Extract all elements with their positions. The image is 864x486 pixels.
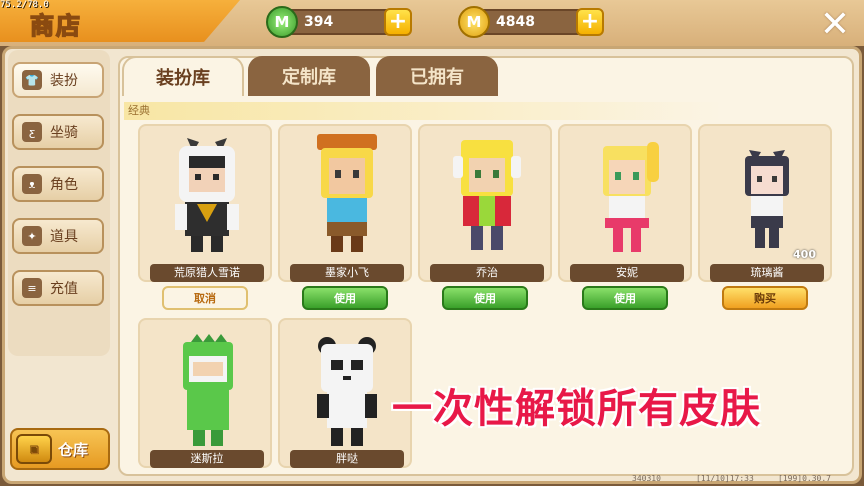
party-popper-icon: ✦ (22, 226, 42, 246)
price-label: 400 (793, 248, 816, 261)
dino-figure (183, 334, 233, 446)
wings-icon: ƹ (22, 122, 42, 142)
skin-card[interactable]: 400 琉璃酱 (698, 124, 832, 282)
skin-name: 乔治 (430, 264, 544, 282)
skin-name: 荒原猎人雪诺 (150, 264, 264, 282)
gem-icon: M (266, 6, 298, 38)
gem-counter: M 394 + (266, 6, 412, 38)
skin-name: 墨家小飞 (290, 264, 404, 282)
sidebar-item-label: 坐骑 (50, 125, 78, 141)
sidebar-item-items[interactable]: ✦ 道具 (12, 218, 104, 254)
warehouse-button[interactable]: ▣ 仓库 (10, 428, 110, 470)
warehouse-label: 仓库 (58, 440, 89, 459)
skin-name: 琉璃酱 (710, 264, 824, 282)
gem-value: 394 (304, 14, 334, 30)
shirt-icon: 👕 (22, 70, 42, 90)
sidebar-item-outfit[interactable]: 👕 装扮 (12, 62, 104, 98)
sidebar-item-character[interactable]: ᴥ 角色 (12, 166, 104, 202)
fps-counter: 75.2/78.0 (0, 0, 49, 10)
close-icon[interactable]: ✕ (818, 7, 852, 43)
skin-name: 胖哒 (290, 450, 404, 468)
use-button[interactable]: 使用 (582, 286, 668, 310)
cat-face-icon: ᴥ (22, 174, 42, 194)
page-title: 商店 (29, 11, 82, 41)
skin-card[interactable]: 乔治 (418, 124, 552, 282)
use-button[interactable]: 使用 (442, 286, 528, 310)
tab-custom-library[interactable]: 定制库 (248, 56, 370, 96)
coin-value: 4848 (496, 14, 535, 30)
cancel-button[interactable]: 取消 (162, 286, 248, 310)
tab-owned[interactable]: 已拥有 (376, 56, 498, 96)
mojia-figure (317, 134, 377, 252)
george-figure (453, 140, 521, 250)
skin-card[interactable]: 荒原猎人雪诺 (138, 124, 272, 282)
add-coins-button[interactable]: + (576, 8, 604, 36)
use-button[interactable]: 使用 (302, 286, 388, 310)
sidebar-item-recharge[interactable]: ≡ 充值 (12, 270, 104, 306)
treasure-chest-icon: ▣ (16, 434, 52, 464)
footer-stat: 340310 (632, 474, 661, 483)
sidebar-item-label: 道具 (50, 229, 78, 245)
buy-button[interactable]: 购买 (722, 286, 808, 310)
annie-figure (603, 142, 659, 252)
footer-stat: [11/10]17:33 (696, 474, 754, 483)
add-gems-button[interactable]: + (384, 8, 412, 36)
liuli-figure (745, 150, 789, 248)
coin-icon: M (458, 6, 490, 38)
footer-stat: [199]0.30.7 (778, 474, 831, 483)
snow-hunter-figure (175, 138, 239, 252)
sidebar-item-label: 充值 (50, 281, 78, 297)
panda-figure (317, 337, 377, 446)
skin-name: 安妮 (570, 264, 684, 282)
promo-overlay-text: 一次性解锁所有皮肤 (392, 386, 761, 432)
skin-card[interactable]: 墨家小飞 (278, 124, 412, 282)
skin-card[interactable]: 迷斯拉 (138, 318, 272, 468)
sidebar: 👕 装扮 ƹ 坐骑 ᴥ 角色 ✦ 道具 ≡ 充值 (8, 50, 110, 356)
coin-stack-icon: ≡ (22, 278, 42, 298)
sidebar-item-label: 角色 (50, 177, 78, 193)
sidebar-item-label: 装扮 (50, 73, 78, 89)
tab-outfit-library[interactable]: 装扮库 (122, 56, 244, 96)
coin-counter: M 4848 + (458, 6, 604, 38)
skin-card[interactable]: 安妮 (558, 124, 692, 282)
sidebar-item-mount[interactable]: ƹ 坐骑 (12, 114, 104, 150)
section-header: 经典 (124, 102, 724, 120)
skin-name: 迷斯拉 (150, 450, 264, 468)
